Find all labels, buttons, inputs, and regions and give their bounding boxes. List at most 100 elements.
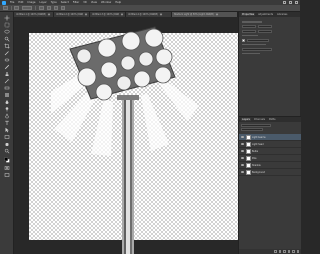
close-tab-icon[interactable] [160, 14, 162, 16]
layer-row[interactable]: Light beams [239, 134, 301, 141]
menu-edit[interactable]: Edit [18, 1, 23, 4]
type-tool[interactable] [3, 120, 11, 126]
eye-icon[interactable] [241, 171, 244, 173]
align-center-button[interactable] [53, 6, 58, 10]
menu-image[interactable]: Image [27, 1, 35, 4]
window-controls [283, 1, 298, 4]
light-pole [117, 95, 139, 254]
dodge-icon [5, 107, 9, 112]
delete-layer-icon[interactable] [296, 250, 299, 253]
stamp-icon [5, 72, 9, 76]
pen-tool[interactable] [3, 113, 11, 119]
crop-icon [4, 43, 10, 49]
minimize-button[interactable] [283, 1, 286, 4]
menu-help[interactable]: Help [115, 1, 121, 4]
arrow-icon [5, 127, 9, 133]
hand-tool[interactable] [3, 141, 11, 147]
auto-select-dropdown[interactable] [22, 6, 33, 10]
menu-select[interactable]: Select [61, 1, 69, 4]
layer-filter-field[interactable] [241, 124, 271, 127]
healing-brush-tool[interactable] [3, 57, 11, 63]
bandage-icon [4, 58, 10, 62]
eye-icon[interactable] [241, 164, 244, 166]
color-swatches[interactable] [3, 157, 11, 163]
gradient-tool[interactable] [3, 92, 11, 98]
menu-view[interactable]: View [91, 1, 97, 4]
brush-tool[interactable] [3, 64, 11, 70]
tab-libraries[interactable]: Libraries [276, 13, 288, 16]
move-tool[interactable] [3, 15, 11, 21]
eyedropper-tool[interactable] [3, 50, 11, 56]
close-tab-icon[interactable] [216, 14, 218, 16]
layer-row[interactable]: Shadow [239, 162, 301, 169]
layer-thumbnail [245, 141, 251, 147]
lasso-icon [4, 29, 10, 34]
quick-select-tool[interactable] [3, 36, 11, 42]
fill-color-swatch[interactable] [242, 38, 245, 42]
eye-icon[interactable] [241, 136, 244, 138]
close-window-button[interactable] [295, 1, 298, 4]
height-field[interactable] [258, 25, 272, 28]
add-style-icon[interactable] [278, 250, 281, 253]
history-brush-tool[interactable] [3, 78, 11, 84]
document-tab-label: Stadium Light @ 50% (Light, RGB/8) [174, 13, 214, 16]
properties-row [242, 43, 297, 46]
y-position-field[interactable] [258, 29, 272, 33]
eye-icon[interactable] [241, 150, 244, 152]
tab-channels[interactable]: Channels [253, 118, 266, 121]
eraser-tool[interactable] [3, 85, 11, 91]
add-mask-icon[interactable] [283, 250, 286, 253]
crop-tool[interactable] [3, 43, 11, 49]
align-options-field[interactable] [242, 47, 272, 51]
new-layer-icon[interactable] [292, 250, 295, 253]
eye-icon[interactable] [241, 157, 244, 159]
align-left-button[interactable] [46, 6, 51, 10]
clone-stamp-tool[interactable] [3, 71, 11, 77]
maximize-button[interactable] [289, 1, 292, 4]
fill-dropdown[interactable] [247, 38, 269, 42]
menu-window[interactable]: Window [101, 1, 111, 4]
foreground-background-swatch-icon [4, 157, 10, 163]
layer-row[interactable]: Pole [239, 155, 301, 162]
rectangle-tool[interactable] [3, 134, 11, 140]
tab-layers[interactable]: Layers [241, 118, 251, 121]
menu-layer[interactable]: Layer [40, 1, 47, 4]
layer-row[interactable]: Light head [239, 141, 301, 148]
menu-filter[interactable]: Filter [73, 1, 79, 4]
blur-drop-icon [5, 100, 9, 104]
zoom-tool[interactable] [3, 148, 11, 154]
close-tab-icon[interactable] [121, 14, 123, 16]
properties-label [242, 21, 262, 23]
layer-row[interactable]: Bulbs [239, 148, 301, 155]
align-right-button[interactable] [60, 6, 65, 10]
path-selection-tool[interactable] [3, 127, 11, 133]
layer-row[interactable]: Background [239, 169, 301, 176]
properties-row [242, 29, 297, 33]
new-group-icon[interactable] [287, 250, 290, 253]
tab-properties[interactable]: Properties [241, 13, 256, 16]
right-panel-column: Properties Adjustments Libraries Layers … [238, 12, 301, 254]
close-tab-icon[interactable] [48, 14, 50, 16]
quick-mask-button[interactable] [3, 165, 11, 171]
menu-3d[interactable]: 3D [83, 1, 87, 4]
marquee-tool[interactable] [3, 22, 11, 28]
lasso-tool[interactable] [3, 29, 11, 35]
show-transform-controls-checkbox[interactable] [38, 6, 44, 10]
close-tab-icon[interactable] [85, 14, 87, 16]
stadium-light-artwork [51, 26, 199, 254]
screen-mode-button[interactable] [3, 172, 11, 178]
menu-file[interactable]: File [10, 1, 14, 4]
link-layers-icon[interactable] [274, 250, 277, 253]
x-position-field[interactable] [242, 29, 256, 33]
blend-mode-dropdown[interactable] [241, 128, 263, 131]
menu-type[interactable]: Type [51, 1, 57, 4]
tab-paths[interactable]: Paths [268, 118, 277, 121]
eye-icon[interactable] [241, 143, 244, 145]
dodge-tool[interactable] [3, 106, 11, 112]
tab-adjustments[interactable]: Adjustments [257, 13, 274, 16]
width-field[interactable] [242, 25, 256, 28]
blur-tool[interactable] [3, 99, 11, 105]
tool-preset-picker[interactable] [3, 6, 8, 10]
document-tab-label: Untitled-3 @ 100% (RGB/8) [92, 13, 119, 16]
auto-select-checkbox[interactable] [14, 6, 20, 10]
